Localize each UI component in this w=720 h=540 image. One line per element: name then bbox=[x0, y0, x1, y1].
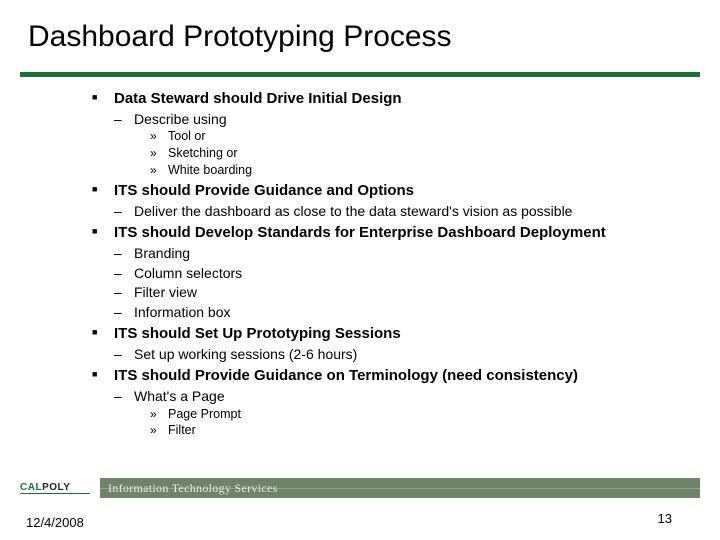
bullet-l2: Filter view bbox=[114, 284, 700, 302]
bullet-l2: Set up working sessions (2-6 hours) bbox=[114, 346, 700, 364]
logo-cal: CAL bbox=[20, 482, 42, 493]
slide: Dashboard Prototyping Process Data Stewa… bbox=[0, 0, 720, 540]
slide-title: Dashboard Prototyping Process bbox=[28, 20, 452, 54]
bullet-l3: Tool or bbox=[150, 129, 700, 145]
bullet-l3: White boarding bbox=[150, 163, 700, 179]
bullet-l1: ITS should Develop Standards for Enterpr… bbox=[92, 224, 700, 243]
its-label: Information Technology Services bbox=[108, 481, 278, 496]
calpoly-logo: CALPOLY bbox=[20, 482, 90, 494]
bullet-l3: Filter bbox=[150, 423, 700, 439]
footer-date: 12/4/2008 bbox=[26, 515, 84, 530]
page-number: 13 bbox=[658, 511, 672, 526]
bullet-l2: Information box bbox=[114, 304, 700, 322]
bullet-l1: ITS should Set Up Prototyping Sessions bbox=[92, 325, 700, 344]
bullet-l1: Data Steward should Drive Initial Design bbox=[92, 90, 700, 109]
bullet-l2: What's a Page bbox=[114, 388, 700, 406]
bullet-l2: Column selectors bbox=[114, 265, 700, 283]
bullet-l2: Deliver the dashboard as close to the da… bbox=[114, 203, 700, 221]
footer: CALPOLY Information Technology Services bbox=[20, 474, 700, 502]
content-area: Data Steward should Drive Initial Design… bbox=[92, 86, 700, 439]
bullet-l3: Page Prompt bbox=[150, 407, 700, 423]
title-rule bbox=[20, 72, 700, 77]
bullet-l1: ITS should Provide Guidance and Options bbox=[92, 182, 700, 201]
bullet-l2: Describe using bbox=[114, 111, 700, 129]
logo-poly: POLY bbox=[42, 482, 70, 493]
bullet-l2: Branding bbox=[114, 245, 700, 263]
bullet-l1: ITS should Provide Guidance on Terminolo… bbox=[92, 367, 700, 386]
its-bar: Information Technology Services bbox=[100, 478, 700, 498]
bullet-l3: Sketching or bbox=[150, 146, 700, 162]
